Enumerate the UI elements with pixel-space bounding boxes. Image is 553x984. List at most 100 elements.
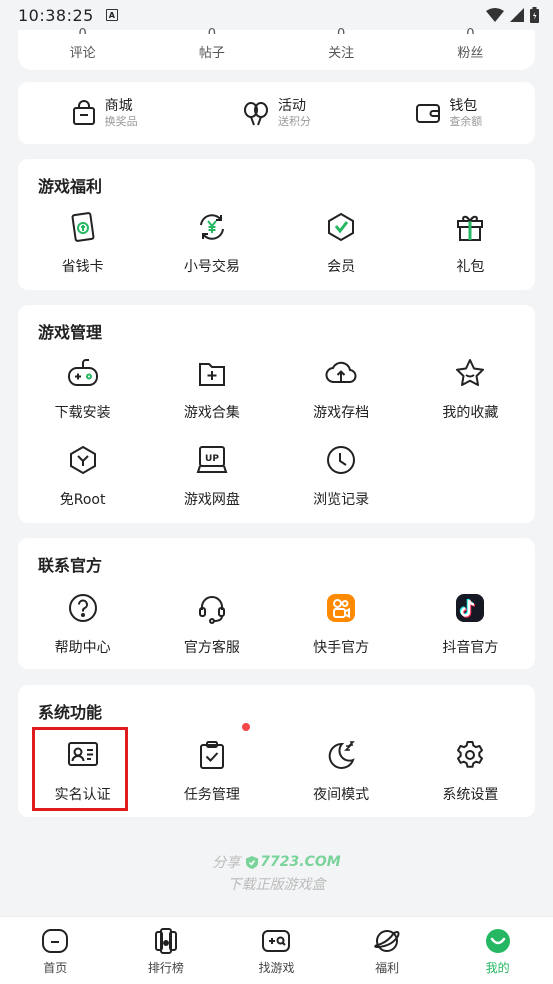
manage-item-history[interactable]: 浏览记录 xyxy=(277,444,406,531)
stat-number: 0 xyxy=(406,24,535,34)
cloud-upload-icon xyxy=(325,361,357,383)
tab-label: 排行榜 xyxy=(147,961,184,975)
system-item-settings[interactable]: 系统设置 xyxy=(406,739,535,829)
quick-link-subtitle: 查余额 xyxy=(449,115,483,128)
welfare-item-account-trade[interactable]: 小号交易 xyxy=(147,211,276,301)
section-title: 游戏管理 xyxy=(38,323,103,342)
up-disk-icon: UP xyxy=(196,446,228,473)
management-grid: 下载安装 游戏合集 游戏存档 我的收藏 免Root UP 游戏网盘 浏览记录 xyxy=(18,357,535,531)
manage-item-label: 游戏网盘 xyxy=(183,492,240,508)
manage-item-favorites[interactable]: 我的收藏 xyxy=(406,357,535,444)
manage-item-save[interactable]: 游戏存档 xyxy=(277,357,406,444)
yuan-exchange-icon xyxy=(199,214,224,240)
manage-item-label: 我的收藏 xyxy=(442,405,499,421)
quick-link-activity[interactable]: 活动 送积分 xyxy=(190,97,362,129)
contact-item-help[interactable]: 帮助中心 xyxy=(18,592,147,682)
tab-label: 找游戏 xyxy=(258,961,295,975)
stat-comments[interactable]: 0 评论 xyxy=(18,27,147,70)
manage-item-collection[interactable]: 游戏合集 xyxy=(147,357,276,444)
contact-item-label: 快手官方 xyxy=(313,640,370,656)
contact-item-service[interactable]: 官方客服 xyxy=(147,592,276,682)
stat-following[interactable]: 0 关注 xyxy=(277,27,406,70)
star-icon xyxy=(456,359,485,386)
question-icon xyxy=(68,594,97,622)
welfare-item-gift[interactable]: 礼包 xyxy=(406,211,535,301)
manage-item-label: 免Root xyxy=(59,492,106,508)
tab-label: 首页 xyxy=(43,961,68,975)
section-title: 系统功能 xyxy=(38,703,103,722)
welfare-item-label: 省钱卡 xyxy=(61,259,104,275)
contact-item-douyin[interactable]: 抖音官方 xyxy=(406,592,535,682)
notification-a-icon: A xyxy=(105,9,118,21)
stat-number: 0 xyxy=(277,24,406,34)
stat-posts[interactable]: 0 帖子 xyxy=(147,27,276,70)
brand-shield-icon xyxy=(246,855,259,869)
shop-bag-icon xyxy=(72,100,95,125)
tab-label: 我的 xyxy=(485,961,510,975)
hexagon-y-icon xyxy=(69,445,96,475)
stat-label: 帖子 xyxy=(198,46,225,61)
quick-links-card: 商城 换奖品 活动 送积分 钱包 查余额 xyxy=(18,82,535,144)
system-item-label: 夜间模式 xyxy=(313,787,370,803)
stat-number: 0 xyxy=(147,24,276,34)
quick-link-title: 钱包 xyxy=(449,98,478,114)
tab-welfare[interactable]: 福利 xyxy=(332,917,443,984)
quick-link-shop[interactable]: 商城 换奖品 xyxy=(18,97,190,129)
tab-home[interactable]: 首页 xyxy=(0,917,111,984)
stat-label: 粉丝 xyxy=(457,46,484,61)
system-item-tasks[interactable]: 任务管理 xyxy=(147,739,276,829)
manage-item-no-root[interactable]: 免Root xyxy=(18,444,147,531)
game-management-card: 游戏管理 下载安装 游戏合集 游戏存档 我的收藏 免Root UP 游戏网盘 浏… xyxy=(18,305,535,523)
manage-item-cloud-disk[interactable]: UP 游戏网盘 xyxy=(147,444,276,531)
quick-link-title: 商城 xyxy=(104,98,133,114)
bottom-tab-bar: 首页 排行榜 找游戏 福利 我的 xyxy=(0,916,553,984)
find-game-icon xyxy=(262,930,291,952)
stat-fans[interactable]: 0 粉丝 xyxy=(406,27,535,70)
manage-item-label: 游戏合集 xyxy=(183,405,240,421)
battery-icon xyxy=(530,7,539,23)
contact-item-kuaishou[interactable]: 快手官方 xyxy=(277,592,406,682)
quick-link-wallet[interactable]: 钱包 查余额 xyxy=(363,97,535,129)
clock-icon xyxy=(327,446,356,474)
kuaishou-icon xyxy=(327,594,356,622)
tab-mine[interactable]: 我的 xyxy=(442,917,553,984)
contact-item-label: 官方客服 xyxy=(183,640,240,656)
headset-icon xyxy=(198,596,225,624)
footer-share: 分享 xyxy=(212,855,241,871)
system-item-label: 系统设置 xyxy=(442,787,499,803)
welfare-item-money-card[interactable]: 省钱卡 xyxy=(18,211,147,301)
selection-highlight-box xyxy=(32,727,128,811)
gift-icon xyxy=(457,215,484,241)
douyin-icon xyxy=(456,594,485,622)
balloons-icon xyxy=(243,102,268,126)
stat-number: 0 xyxy=(18,24,147,34)
tab-find-game[interactable]: 找游戏 xyxy=(221,917,332,984)
wallet-icon xyxy=(416,104,441,123)
mine-smile-icon xyxy=(485,929,510,953)
game-welfare-card: 游戏福利 省钱卡 小号交易 会员 礼包 xyxy=(18,159,535,290)
stat-label: 关注 xyxy=(328,46,355,61)
manage-item-label: 游戏存档 xyxy=(313,405,370,421)
home-icon xyxy=(42,929,69,953)
footer-brand: 7723.COM xyxy=(246,854,341,870)
status-time: 10:38:25 xyxy=(18,5,94,25)
quick-link-subtitle: 送积分 xyxy=(277,115,311,128)
gear-icon xyxy=(457,741,484,768)
contact-official-card: 联系官方 帮助中心 官方客服 快手官方 抖音官方 xyxy=(18,538,535,669)
contact-item-label: 抖音官方 xyxy=(442,640,499,656)
contact-grid: 帮助中心 官方客服 快手官方 抖音官方 xyxy=(18,592,535,682)
manage-item-label: 下载安装 xyxy=(54,405,111,421)
moon-icon xyxy=(328,741,356,769)
gamepad-icon xyxy=(67,359,98,386)
welfare-item-vip[interactable]: 会员 xyxy=(277,211,406,301)
task-clipboard-icon xyxy=(199,741,224,769)
system-item-night-mode[interactable]: 夜间模式 xyxy=(277,739,406,829)
wifi-icon xyxy=(486,8,504,22)
system-item-label: 任务管理 xyxy=(183,787,240,803)
manage-item-label: 浏览记录 xyxy=(313,492,370,508)
footer-brand-text: 7723.COM xyxy=(260,854,341,870)
vip-shield-icon xyxy=(328,212,355,242)
quick-link-title: 活动 xyxy=(277,98,306,114)
manage-item-download[interactable]: 下载安装 xyxy=(18,357,147,444)
tab-ranking[interactable]: 排行榜 xyxy=(111,917,222,984)
